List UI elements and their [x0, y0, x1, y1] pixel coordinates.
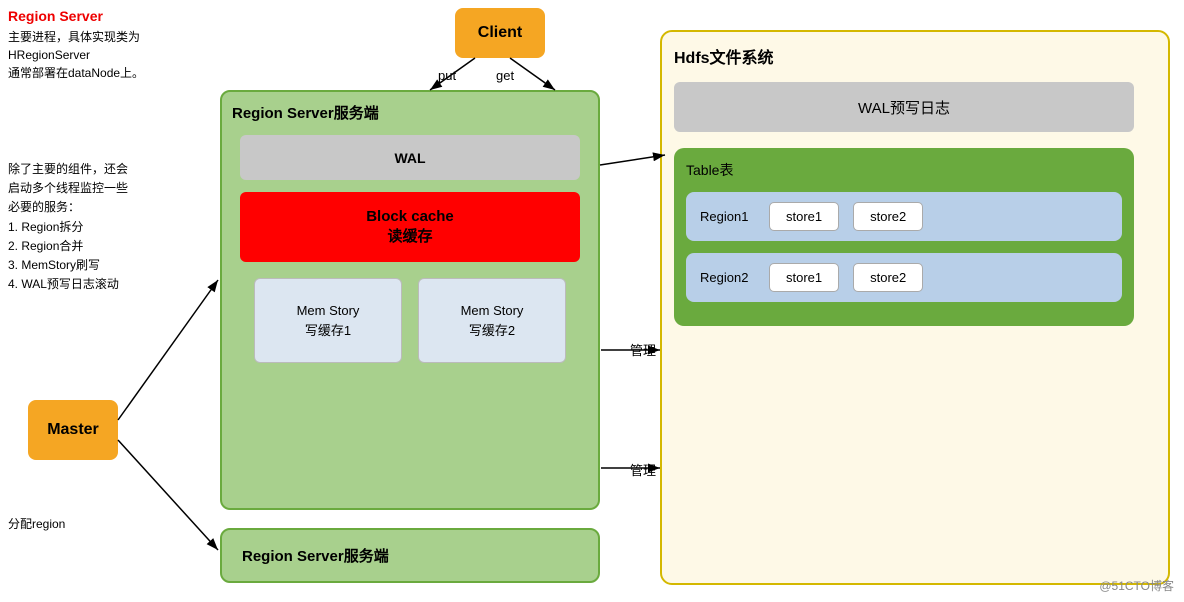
manage-label-1: 管理: [630, 340, 656, 359]
region2-store1: store1: [769, 263, 839, 292]
region1-store2: store2: [853, 202, 923, 231]
diagram-container: Region Server 主要进程，具体实现类为HRegionServer通常…: [0, 0, 1184, 602]
hdfs-title: Hdfs文件系统: [674, 44, 1156, 68]
services-text: 除了主要的组件，还会 启动多个线程监控一些 必要的服务： 1. Region拆分…: [8, 160, 203, 294]
client-box: Client: [455, 8, 545, 58]
mem-story1-line2: 写缓存1: [305, 321, 351, 341]
wal-log-box: WAL预写日志: [674, 82, 1134, 132]
left-panel: Region Server 主要进程，具体实现类为HRegionServer通常…: [8, 8, 208, 102]
region1-store1: store1: [769, 202, 839, 231]
table-title: Table表: [686, 160, 1122, 180]
region-server-title: Region Server: [8, 8, 208, 24]
block-cache-line1: Block cache: [366, 208, 454, 225]
mem-story-row: Mem Story 写缓存1 Mem Story 写缓存2: [232, 278, 588, 363]
put-label: put: [438, 68, 456, 83]
table-panel: Table表 Region1 store1 store2 Region2 sto…: [674, 148, 1134, 326]
region-server-main-title: Region Server服务端: [232, 102, 588, 123]
distribute-text: 分配region: [8, 515, 65, 532]
region-server-main: Region Server服务端 WAL Block cache 读缓存 Mem…: [220, 90, 600, 510]
master-box: Master: [28, 400, 118, 460]
block-cache-box: Block cache 读缓存: [240, 192, 580, 262]
wal-box: WAL: [240, 135, 580, 180]
manage-label-2: 管理: [630, 460, 656, 479]
region-row-2: Region2 store1 store2: [686, 253, 1122, 302]
mem-story-box-1: Mem Story 写缓存1: [254, 278, 402, 363]
mem-story1-line1: Mem Story: [297, 301, 360, 321]
mem-story2-line2: 写缓存2: [469, 321, 515, 341]
get-label: get: [496, 68, 514, 83]
region2-store2: store2: [853, 263, 923, 292]
region-row-1: Region1 store1 store2: [686, 192, 1122, 241]
block-cache-line2: 读缓存: [387, 225, 432, 246]
mem-story-box-2: Mem Story 写缓存2: [418, 278, 566, 363]
region2-label: Region2: [700, 270, 755, 285]
region-server-desc: 主要进程，具体实现类为HRegionServer通常部署在dataNode上。: [8, 28, 208, 82]
region-server-second: Region Server服务端: [220, 528, 600, 583]
region1-label: Region1: [700, 209, 755, 224]
hdfs-panel: Hdfs文件系统 WAL预写日志 Table表 Region1 store1 s…: [660, 30, 1170, 585]
watermark: @51CTO博客: [1099, 577, 1174, 594]
mem-story2-line1: Mem Story: [461, 301, 524, 321]
region-server-second-title: Region Server服务端: [242, 545, 389, 566]
